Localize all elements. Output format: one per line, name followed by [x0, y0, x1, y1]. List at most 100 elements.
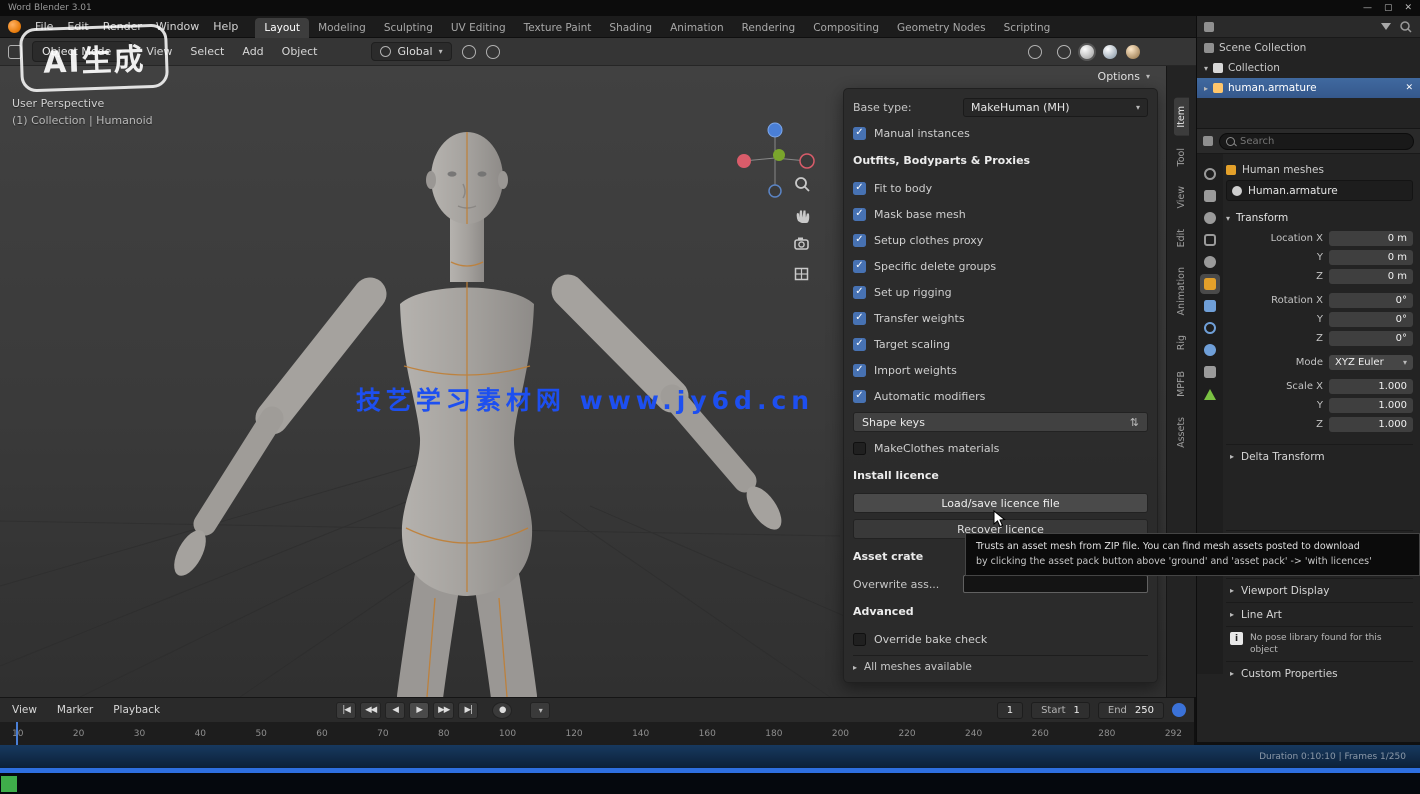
- rotation-x-field[interactable]: 0°: [1329, 293, 1413, 308]
- outliner-display-mode-icon[interactable]: [1204, 22, 1214, 32]
- sidebar-tab-mpfb[interactable]: MPFB: [1174, 363, 1189, 405]
- jump-to-end-button[interactable]: ▶|: [458, 702, 478, 719]
- play-button[interactable]: ▶: [409, 702, 429, 719]
- blender-logo-icon[interactable]: [8, 20, 21, 33]
- close-button[interactable]: ✕: [1404, 3, 1412, 13]
- object-data-properties-tab[interactable]: [1200, 384, 1220, 404]
- snap-magnet-icon[interactable]: [462, 45, 476, 59]
- scale-z-field[interactable]: 1.000: [1329, 417, 1413, 432]
- constraint-properties-tab[interactable]: [1200, 362, 1220, 382]
- frame-end-field[interactable]: End 250: [1098, 702, 1164, 719]
- advanced-section-header[interactable]: Advanced: [853, 597, 1148, 626]
- tab-animation[interactable]: Animation: [661, 18, 733, 38]
- setup-rigging-checkbox[interactable]: ✓: [853, 286, 866, 299]
- sidebar-tab-tool[interactable]: Tool: [1174, 140, 1189, 174]
- particles-properties-tab[interactable]: [1200, 318, 1220, 338]
- base-type-dropdown[interactable]: MakeHuman (MH) ▾: [963, 98, 1148, 117]
- sidebar-tab-rig[interactable]: Rig: [1174, 327, 1189, 358]
- outliner-row-collection[interactable]: ▾ Collection: [1197, 58, 1420, 78]
- scale-x-field[interactable]: 1.000: [1329, 379, 1413, 394]
- orthographic-toggle-icon[interactable]: [792, 264, 812, 284]
- proportional-editing-icon[interactable]: [486, 45, 500, 59]
- tab-compositing[interactable]: Compositing: [804, 18, 888, 38]
- options-dropdown[interactable]: Options ▾: [1098, 70, 1150, 83]
- previous-keyframe-button[interactable]: ◀◀: [360, 702, 381, 719]
- camera-view-icon[interactable]: [792, 234, 812, 254]
- sidebar-tab-view[interactable]: View: [1174, 178, 1189, 217]
- tab-scripting[interactable]: Scripting: [995, 18, 1060, 38]
- search-input[interactable]: [1219, 133, 1414, 150]
- location-z-field[interactable]: 0 m: [1329, 269, 1413, 284]
- override-bake-check-checkbox[interactable]: [853, 633, 866, 646]
- output-properties-tab[interactable]: [1200, 186, 1220, 206]
- overwrite-input[interactable]: [963, 575, 1148, 593]
- frame-start-field[interactable]: Start 1: [1031, 702, 1090, 719]
- shading-material-button[interactable]: [1101, 43, 1119, 61]
- import-weights-checkbox[interactable]: ✓: [853, 364, 866, 377]
- chevron-right-icon[interactable]: ▸: [1204, 84, 1208, 93]
- transform-section-header[interactable]: ▾ Transform: [1226, 207, 1413, 229]
- zoom-icon[interactable]: [792, 174, 812, 194]
- menu-add[interactable]: Add: [238, 45, 267, 58]
- line-art-section[interactable]: ▸ Line Art: [1226, 602, 1413, 626]
- properties-editor-icon[interactable]: [1203, 136, 1213, 146]
- menu-object[interactable]: Object: [278, 45, 322, 58]
- location-x-field[interactable]: 0 m: [1329, 231, 1413, 246]
- specific-delete-groups-checkbox[interactable]: ✓: [853, 260, 866, 273]
- tab-rendering[interactable]: Rendering: [733, 18, 805, 38]
- play-reverse-button[interactable]: ◀: [385, 702, 405, 719]
- outfits-section-header[interactable]: Outfits, Bodyparts & Proxies: [853, 146, 1148, 175]
- tab-geometry-nodes[interactable]: Geometry Nodes: [888, 18, 995, 38]
- target-scaling-checkbox[interactable]: ✓: [853, 338, 866, 351]
- manual-instances-checkbox[interactable]: ✓: [853, 127, 866, 140]
- outliner-row-armature[interactable]: ▸ human.armature ✕: [1197, 78, 1420, 98]
- tab-uv-editing[interactable]: UV Editing: [442, 18, 515, 38]
- makeclothes-materials-checkbox[interactable]: [853, 442, 866, 455]
- timeline-menu-playback[interactable]: Playback: [109, 704, 164, 716]
- rotation-mode-dropdown[interactable]: XYZ Euler ▾: [1329, 355, 1413, 370]
- overlays-icon[interactable]: [1028, 45, 1042, 59]
- tab-modeling[interactable]: Modeling: [309, 18, 375, 38]
- licence-section-header[interactable]: Install licence: [853, 461, 1148, 490]
- outliner-row-scene-collection[interactable]: Scene Collection: [1197, 38, 1420, 58]
- frame-ruler[interactable]: 10 20 30 40 50 60 70 80 100 120 140 160 …: [0, 722, 1194, 745]
- outliner-search-icon[interactable]: [1399, 20, 1413, 34]
- menu-help[interactable]: Help: [206, 20, 245, 33]
- setup-clothes-proxy-checkbox[interactable]: ✓: [853, 234, 866, 247]
- tab-texture-paint[interactable]: Texture Paint: [515, 18, 601, 38]
- shading-rendered-button[interactable]: [1124, 43, 1142, 61]
- playhead[interactable]: [16, 722, 18, 745]
- current-frame-field[interactable]: 1: [997, 702, 1023, 719]
- sidebar-tab-assets[interactable]: Assets: [1174, 409, 1189, 456]
- tab-shading[interactable]: Shading: [600, 18, 661, 38]
- custom-properties-section[interactable]: ▸ Custom Properties: [1226, 661, 1413, 685]
- jump-to-start-button[interactable]: |◀: [336, 702, 356, 719]
- fit-to-body-checkbox[interactable]: ✓: [853, 182, 866, 195]
- sync-dropdown[interactable]: ▾: [530, 702, 550, 719]
- transform-orientation-dropdown[interactable]: Global ▾: [371, 42, 451, 61]
- shading-wireframe-button[interactable]: [1055, 43, 1073, 61]
- maximize-button[interactable]: ▢: [1384, 3, 1393, 13]
- scene-properties-tab[interactable]: [1200, 230, 1220, 250]
- shading-solid-button[interactable]: [1078, 43, 1096, 61]
- minimize-button[interactable]: —: [1363, 3, 1372, 13]
- viewport-display-section[interactable]: ▸ Viewport Display: [1226, 578, 1413, 602]
- pan-hand-icon[interactable]: [792, 204, 812, 224]
- deselect-icon[interactable]: ✕: [1405, 83, 1413, 93]
- scale-y-field[interactable]: 1.000: [1329, 398, 1413, 413]
- next-keyframe-button[interactable]: ▶▶: [433, 702, 454, 719]
- render-properties-tab[interactable]: [1200, 164, 1220, 184]
- timeline-menu-view[interactable]: View: [8, 704, 41, 716]
- filter-funnel-icon[interactable]: [1381, 23, 1391, 30]
- object-properties-tab[interactable]: [1200, 274, 1220, 294]
- delta-transform-section[interactable]: ▸ Delta Transform: [1226, 444, 1413, 468]
- sidebar-tab-edit[interactable]: Edit: [1174, 221, 1189, 255]
- clock-icon[interactable]: [1172, 703, 1186, 717]
- sidebar-tab-item[interactable]: Item: [1174, 98, 1189, 136]
- transfer-weights-checkbox[interactable]: ✓: [853, 312, 866, 325]
- modifier-properties-tab[interactable]: [1200, 296, 1220, 316]
- object-name-field[interactable]: Human.armature: [1226, 180, 1413, 201]
- tab-layout[interactable]: Layout: [255, 18, 309, 38]
- tab-sculpting[interactable]: Sculpting: [375, 18, 442, 38]
- rotation-y-field[interactable]: 0°: [1329, 312, 1413, 327]
